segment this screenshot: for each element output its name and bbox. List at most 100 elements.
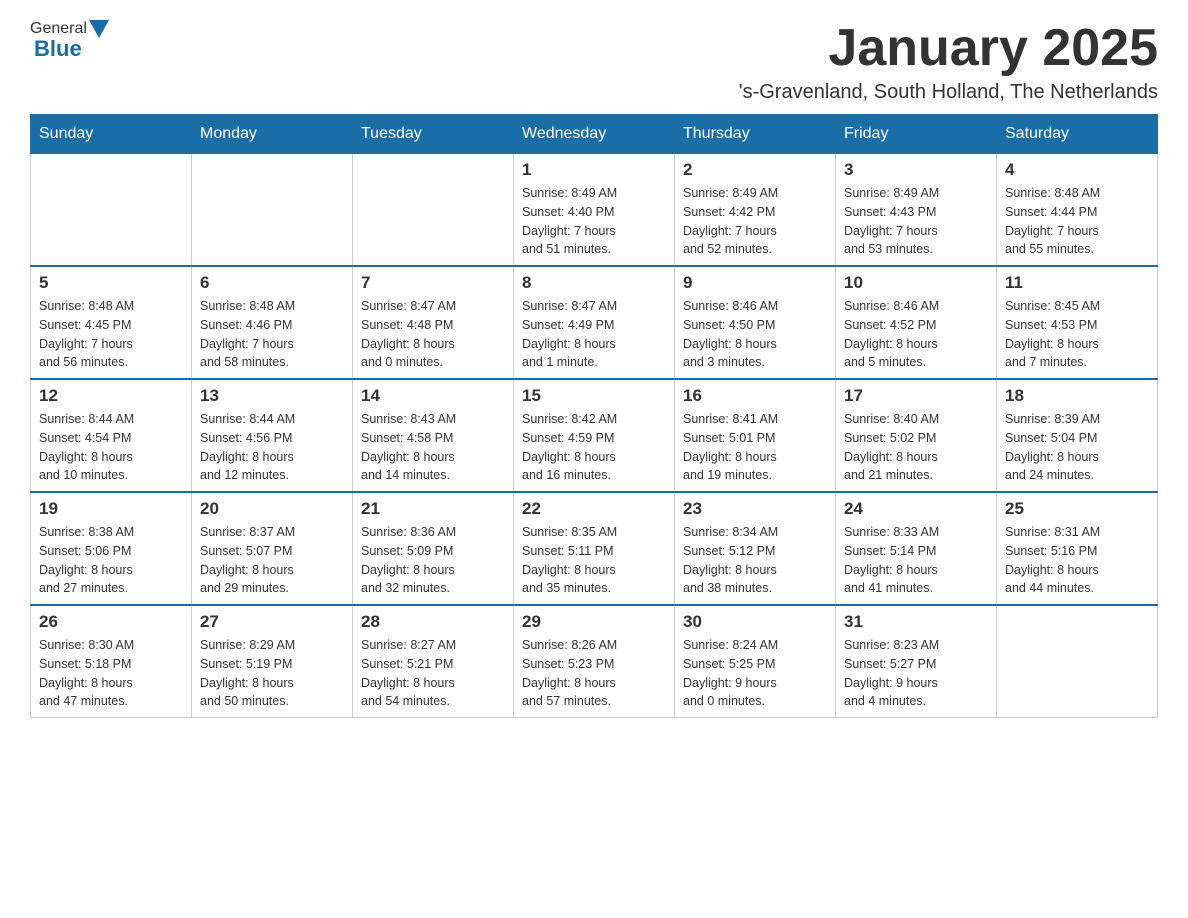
day-number: 1 — [522, 160, 666, 180]
day-info: Sunrise: 8:47 AM Sunset: 4:48 PM Dayligh… — [361, 297, 505, 372]
day-cell-9: 9 Sunrise: 8:46 AM Sunset: 4:50 PM Daylig… — [675, 266, 836, 379]
day-cell-2: 2Sunrise: 8:49 AM Sunset: 4:42 PM Daylig… — [675, 154, 836, 267]
day-cell-22: 22 Sunrise: 8:35 AM Sunset: 5:11 PM Dayli… — [514, 492, 675, 605]
day-info: Sunrise: 8:34 AM Sunset: 5:12 PM Dayligh… — [683, 523, 827, 598]
day-number: 20 — [200, 499, 344, 519]
day-number: 28 — [361, 612, 505, 632]
day-cell-3: 3 Sunrise: 8:49 AM Sunset: 4:43 PM Daylig… — [836, 154, 997, 267]
day-info: Sunrise: 8:26 AM Sunset: 5:23 PM Dayligh… — [522, 636, 666, 711]
day-info: Sunrise: 8:46 AM Sunset: 4:50 PM Dayligh… — [683, 297, 827, 372]
day-number: 11 — [1005, 273, 1149, 293]
day-number: 12 — [39, 386, 183, 406]
day-number: 25 — [1005, 499, 1149, 519]
day-info: Sunrise: 8:44 AM Sunset: 4:54 PM Dayligh… — [39, 410, 183, 485]
day-number: 30 — [683, 612, 827, 632]
day-info: Sunrise: 8:40 AM Sunset: 5:02 PM Dayligh… — [844, 410, 988, 485]
day-cell-27: 27 Sunrise: 8:29 AM Sunset: 5:19 PM Dayli… — [192, 605, 353, 718]
day-number: 5 — [39, 273, 183, 293]
calendar-table: SundayMondayTuesdayWednesdayThursdayFrid… — [30, 114, 1158, 718]
day-cell-14: 14 Sunrise: 8:43 AM Sunset: 4:58 PM Dayli… — [353, 379, 514, 492]
day-info: Sunrise: 8:48 AM Sunset: 4:44 PM Dayligh… — [1005, 184, 1149, 259]
day-number: 4 — [1005, 160, 1149, 180]
day-cell-4: 4 Sunrise: 8:48 AM Sunset: 4:44 PM Daylig… — [997, 154, 1158, 267]
day-cell-10: 10 Sunrise: 8:46 AM Sunset: 4:52 PM Dayli… — [836, 266, 997, 379]
day-info: Sunrise: 8:43 AM Sunset: 4:58 PM Dayligh… — [361, 410, 505, 485]
title-section: January 2025 's-Gravenland, South Hollan… — [739, 20, 1158, 104]
week-row-3: 12 Sunrise: 8:44 AM Sunset: 4:54 PM Dayli… — [31, 379, 1158, 492]
day-cell-17: 17 Sunrise: 8:40 AM Sunset: 5:02 PM Dayli… — [836, 379, 997, 492]
day-cell-7: 7Sunrise: 8:47 AM Sunset: 4:48 PM Daylig… — [353, 266, 514, 379]
day-number: 9 — [683, 273, 827, 293]
day-cell-12: 12 Sunrise: 8:44 AM Sunset: 4:54 PM Dayli… — [31, 379, 192, 492]
day-number: 14 — [361, 386, 505, 406]
day-cell-11: 11 Sunrise: 8:45 AM Sunset: 4:53 PM Dayli… — [997, 266, 1158, 379]
day-cell-16: 16Sunrise: 8:41 AM Sunset: 5:01 PM Dayli… — [675, 379, 836, 492]
day-number: 3 — [844, 160, 988, 180]
weekday-header-row: SundayMondayTuesdayWednesdayThursdayFrid… — [31, 115, 1158, 154]
location-title: 's-Gravenland, South Holland, The Nether… — [739, 81, 1158, 104]
day-cell-31: 31 Sunrise: 8:23 AM Sunset: 5:27 PM Dayli… — [836, 605, 997, 718]
day-info: Sunrise: 8:36 AM Sunset: 5:09 PM Dayligh… — [361, 523, 505, 598]
day-info: Sunrise: 8:45 AM Sunset: 4:53 PM Dayligh… — [1005, 297, 1149, 372]
day-number: 15 — [522, 386, 666, 406]
day-number: 6 — [200, 273, 344, 293]
day-cell-15: 15 Sunrise: 8:42 AM Sunset: 4:59 PM Dayli… — [514, 379, 675, 492]
day-info: Sunrise: 8:39 AM Sunset: 5:04 PM Dayligh… — [1005, 410, 1149, 485]
day-info: Sunrise: 8:23 AM Sunset: 5:27 PM Dayligh… — [844, 636, 988, 711]
day-cell-18: 18Sunrise: 8:39 AM Sunset: 5:04 PM Dayli… — [997, 379, 1158, 492]
week-row-1: 1 Sunrise: 8:49 AM Sunset: 4:40 PM Daylig… — [31, 154, 1158, 267]
day-number: 10 — [844, 273, 988, 293]
weekday-header-thursday: Thursday — [675, 115, 836, 154]
day-info: Sunrise: 8:29 AM Sunset: 5:19 PM Dayligh… — [200, 636, 344, 711]
day-cell-29: 29 Sunrise: 8:26 AM Sunset: 5:23 PM Dayli… — [514, 605, 675, 718]
day-cell-19: 19Sunrise: 8:38 AM Sunset: 5:06 PM Dayli… — [31, 492, 192, 605]
day-number: 22 — [522, 499, 666, 519]
weekday-header-tuesday: Tuesday — [353, 115, 514, 154]
day-cell-24: 24Sunrise: 8:33 AM Sunset: 5:14 PM Dayli… — [836, 492, 997, 605]
day-info: Sunrise: 8:24 AM Sunset: 5:25 PM Dayligh… — [683, 636, 827, 711]
day-info: Sunrise: 8:49 AM Sunset: 4:40 PM Dayligh… — [522, 184, 666, 259]
empty-cell — [997, 605, 1158, 718]
day-cell-26: 26 Sunrise: 8:30 AM Sunset: 5:18 PM Dayli… — [31, 605, 192, 718]
weekday-header-saturday: Saturday — [997, 115, 1158, 154]
day-number: 8 — [522, 273, 666, 293]
day-info: Sunrise: 8:35 AM Sunset: 5:11 PM Dayligh… — [522, 523, 666, 598]
week-row-5: 26 Sunrise: 8:30 AM Sunset: 5:18 PM Dayli… — [31, 605, 1158, 718]
day-number: 21 — [361, 499, 505, 519]
day-info: Sunrise: 8:31 AM Sunset: 5:16 PM Dayligh… — [1005, 523, 1149, 598]
logo-triangle-icon — [89, 20, 109, 38]
logo-blue-text: Blue — [30, 36, 82, 62]
day-cell-28: 28 Sunrise: 8:27 AM Sunset: 5:21 PM Dayli… — [353, 605, 514, 718]
week-row-2: 5 Sunrise: 8:48 AM Sunset: 4:45 PM Daylig… — [31, 266, 1158, 379]
day-info: Sunrise: 8:30 AM Sunset: 5:18 PM Dayligh… — [39, 636, 183, 711]
day-number: 26 — [39, 612, 183, 632]
week-row-4: 19Sunrise: 8:38 AM Sunset: 5:06 PM Dayli… — [31, 492, 1158, 605]
month-title: January 2025 — [739, 20, 1158, 77]
day-cell-8: 8 Sunrise: 8:47 AM Sunset: 4:49 PM Daylig… — [514, 266, 675, 379]
day-number: 17 — [844, 386, 988, 406]
day-number: 16 — [683, 386, 827, 406]
day-cell-30: 30 Sunrise: 8:24 AM Sunset: 5:25 PM Dayli… — [675, 605, 836, 718]
day-info: Sunrise: 8:46 AM Sunset: 4:52 PM Dayligh… — [844, 297, 988, 372]
day-info: Sunrise: 8:48 AM Sunset: 4:45 PM Dayligh… — [39, 297, 183, 372]
day-info: Sunrise: 8:37 AM Sunset: 5:07 PM Dayligh… — [200, 523, 344, 598]
weekday-header-wednesday: Wednesday — [514, 115, 675, 154]
day-cell-23: 23Sunrise: 8:34 AM Sunset: 5:12 PM Dayli… — [675, 492, 836, 605]
day-number: 27 — [200, 612, 344, 632]
day-info: Sunrise: 8:27 AM Sunset: 5:21 PM Dayligh… — [361, 636, 505, 711]
page-header: General Blue January 2025 's-Gravenland,… — [30, 20, 1158, 104]
day-number: 13 — [200, 386, 344, 406]
day-cell-25: 25 Sunrise: 8:31 AM Sunset: 5:16 PM Dayli… — [997, 492, 1158, 605]
day-info: Sunrise: 8:49 AM Sunset: 4:43 PM Dayligh… — [844, 184, 988, 259]
day-info: Sunrise: 8:42 AM Sunset: 4:59 PM Dayligh… — [522, 410, 666, 485]
day-number: 24 — [844, 499, 988, 519]
day-cell-5: 5 Sunrise: 8:48 AM Sunset: 4:45 PM Daylig… — [31, 266, 192, 379]
day-info: Sunrise: 8:47 AM Sunset: 4:49 PM Dayligh… — [522, 297, 666, 372]
day-number: 31 — [844, 612, 988, 632]
day-number: 29 — [522, 612, 666, 632]
day-cell-20: 20 Sunrise: 8:37 AM Sunset: 5:07 PM Dayli… — [192, 492, 353, 605]
day-cell-1: 1 Sunrise: 8:49 AM Sunset: 4:40 PM Daylig… — [514, 154, 675, 267]
day-info: Sunrise: 8:44 AM Sunset: 4:56 PM Dayligh… — [200, 410, 344, 485]
weekday-header-sunday: Sunday — [31, 115, 192, 154]
day-info: Sunrise: 8:49 AM Sunset: 4:42 PM Dayligh… — [683, 184, 827, 259]
